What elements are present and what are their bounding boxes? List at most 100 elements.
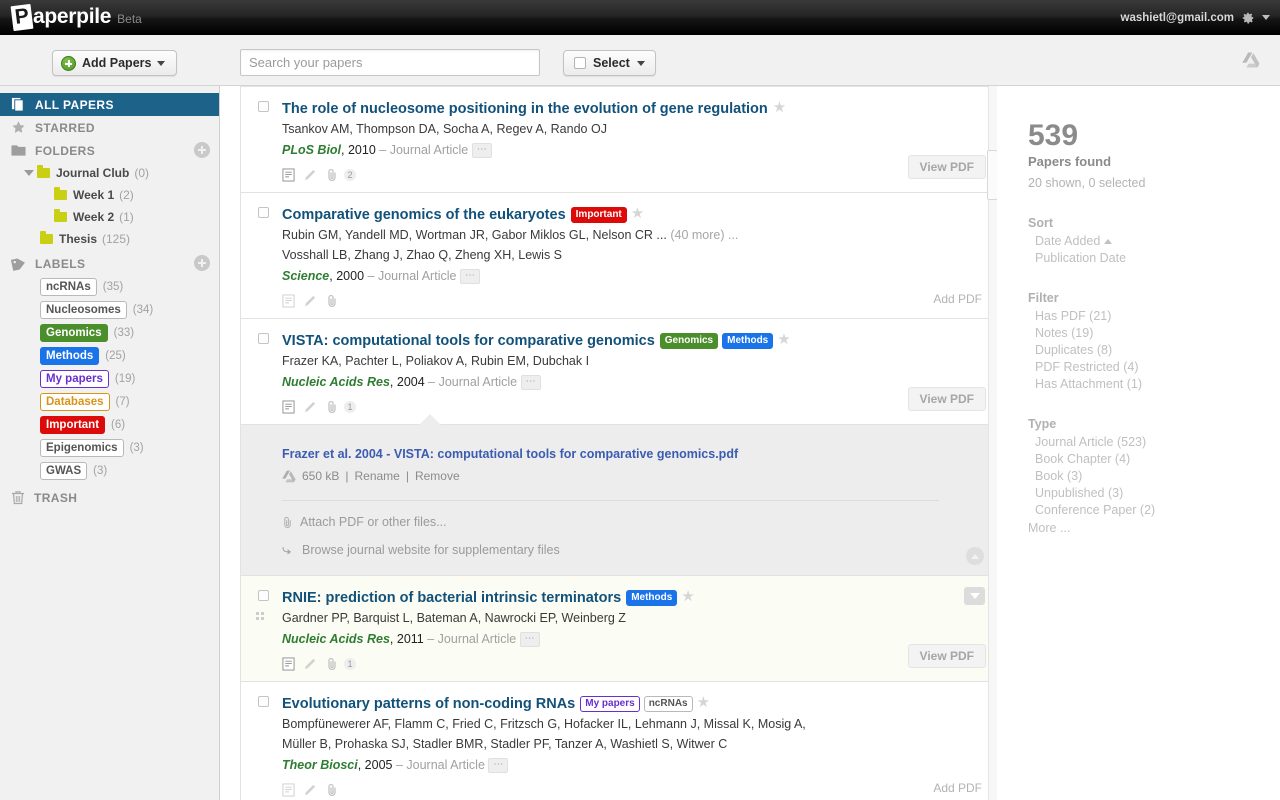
chevron-down-icon[interactable] (24, 170, 34, 176)
paper-title[interactable]: RNIE: prediction of bacterial intrinsic … (282, 590, 621, 606)
paper-title[interactable]: The role of nucleosome positioning in th… (282, 101, 768, 117)
paper-tag-methods[interactable]: Methods (626, 590, 677, 606)
sidebar-item-labels[interactable]: LABELS (0, 252, 219, 275)
paper-row[interactable]: RNIE: prediction of bacterial intrinsic … (240, 576, 995, 682)
paper-row[interactable]: Comparative genomics of the eukaryotes Im… (240, 193, 995, 319)
sidebar-label-nucleosomes[interactable]: Nucleosomes(34) (0, 298, 219, 321)
sidebar-label-ncrnas[interactable]: ncRNAs(35) (0, 275, 219, 298)
sidebar-folder-week-2[interactable]: Week 2(1) (0, 206, 219, 228)
browse-journal-link[interactable]: Browse journal website for supplementary… (282, 543, 994, 557)
rename-link[interactable]: Rename (354, 469, 399, 483)
notes-icon[interactable] (282, 168, 295, 182)
more-types-link[interactable]: More ... (1028, 521, 1280, 535)
view-pdf-button[interactable]: View PDF (908, 155, 986, 179)
more-options-button[interactable]: ⋯ (488, 758, 508, 773)
attached-pdf-name[interactable]: Frazer et al. 2004 - VISTA: computationa… (282, 447, 994, 461)
filter-option-2[interactable]: Duplicates (8) (1028, 343, 1280, 357)
attach-files-link[interactable]: Attach PDF or other files... (282, 515, 994, 529)
sort-option-0[interactable]: Date Added (1028, 234, 1280, 248)
add-papers-button[interactable]: Add Papers (52, 50, 177, 76)
sidebar-label-my-papers[interactable]: My papers(19) (0, 367, 219, 390)
sidebar-label-methods[interactable]: Methods(25) (0, 344, 219, 367)
pencil-icon[interactable] (304, 400, 317, 413)
collapse-detail-button[interactable] (966, 547, 984, 565)
more-authors-link[interactable]: (40 more) ... (670, 228, 738, 242)
filter-option-4[interactable]: Has Attachment (1) (1028, 377, 1280, 391)
star-icon[interactable]: ★ (697, 693, 710, 712)
pencil-icon[interactable] (304, 657, 317, 670)
paper-tag-important[interactable]: Important (571, 207, 627, 223)
sidebar-item-starred[interactable]: STARRED (0, 116, 219, 139)
sidebar-folder-journal-club[interactable]: Journal Club(0) (0, 162, 219, 184)
sidebar-label-gwas[interactable]: GWAS(3) (0, 459, 219, 482)
expand-toggle-button[interactable] (964, 587, 985, 605)
paper-title[interactable]: Comparative genomics of the eukaryotes (282, 207, 566, 223)
type-option-3[interactable]: Unpublished (3) (1028, 486, 1280, 500)
sidebar-item-all-papers[interactable]: ALL PAPERS (0, 93, 219, 116)
star-icon[interactable]: ★ (681, 587, 694, 606)
notes-icon[interactable] (282, 783, 295, 797)
sidebar-folder-week-1[interactable]: Week 1(2) (0, 184, 219, 206)
gear-icon[interactable] (1241, 11, 1255, 25)
paperclip-icon[interactable] (326, 294, 338, 308)
sidebar-item-trash[interactable]: TRASH (0, 486, 219, 509)
paper-row[interactable]: Evolutionary patterns of non-coding RNAs… (240, 682, 995, 800)
sidebar-label-important[interactable]: Important(6) (0, 413, 219, 436)
paper-checkbox[interactable] (258, 590, 269, 601)
star-icon[interactable]: ★ (777, 330, 790, 349)
filter-option-1[interactable]: Notes (19) (1028, 326, 1280, 340)
select-dropdown-button[interactable]: Select (563, 50, 656, 76)
notes-icon[interactable] (282, 400, 295, 414)
paper-checkbox[interactable] (258, 207, 269, 218)
paper-row[interactable]: VISTA: computational tools for comparati… (240, 319, 995, 425)
pencil-icon[interactable] (304, 294, 317, 307)
paper-title[interactable]: Evolutionary patterns of non-coding RNAs (282, 696, 575, 712)
paper-row[interactable]: The role of nucleosome positioning in th… (240, 86, 995, 193)
paper-tag-genomics[interactable]: Genomics (660, 333, 718, 349)
type-option-1[interactable]: Book Chapter (4) (1028, 452, 1280, 466)
add-label-button[interactable] (194, 255, 210, 271)
paperclip-icon[interactable] (326, 400, 338, 414)
add-folder-button[interactable] (194, 142, 210, 158)
notes-icon[interactable] (282, 657, 295, 671)
sidebar-label-genomics[interactable]: Genomics(33) (0, 321, 219, 344)
app-logo[interactable]: Paperpile Beta (0, 5, 142, 30)
more-options-button[interactable]: ⋯ (520, 632, 540, 647)
notes-icon[interactable] (282, 294, 295, 308)
search-input[interactable] (240, 49, 540, 76)
add-pdf-label[interactable]: Add PDF (933, 292, 982, 306)
google-drive-icon[interactable] (1242, 52, 1260, 73)
drag-handle[interactable] (256, 612, 267, 623)
select-checkbox[interactable] (574, 57, 586, 69)
more-options-button[interactable]: ⋯ (521, 375, 541, 390)
paper-title[interactable]: VISTA: computational tools for comparati… (282, 333, 655, 349)
paper-checkbox[interactable] (258, 696, 269, 707)
more-options-button[interactable]: ⋯ (460, 269, 480, 284)
view-pdf-button[interactable]: View PDF (908, 644, 986, 668)
pencil-icon[interactable] (304, 783, 317, 796)
type-option-0[interactable]: Journal Article (523) (1028, 435, 1280, 449)
star-icon[interactable]: ★ (773, 98, 786, 117)
paper-tag-my-papers[interactable]: My papers (580, 696, 639, 712)
paper-checkbox[interactable] (258, 101, 269, 112)
star-icon[interactable]: ★ (631, 204, 644, 223)
account-area[interactable]: washietl@gmail.com (1121, 11, 1280, 25)
paper-checkbox[interactable] (258, 333, 269, 344)
sidebar-item-folders[interactable]: FOLDERS (0, 139, 219, 162)
paper-tag-methods[interactable]: Methods (722, 333, 773, 349)
remove-link[interactable]: Remove (415, 469, 460, 483)
type-option-2[interactable]: Book (3) (1028, 469, 1280, 483)
add-pdf-label[interactable]: Add PDF (933, 781, 982, 795)
chevron-down-icon[interactable] (1262, 15, 1270, 20)
paperclip-icon[interactable] (326, 783, 338, 797)
view-pdf-button[interactable]: View PDF (908, 387, 986, 411)
sort-option-1[interactable]: Publication Date (1028, 251, 1280, 265)
sidebar-label-epigenomics[interactable]: Epigenomics(3) (0, 436, 219, 459)
filter-option-3[interactable]: PDF Restricted (4) (1028, 360, 1280, 374)
pencil-icon[interactable] (304, 168, 317, 181)
type-option-4[interactable]: Conference Paper (2) (1028, 503, 1280, 517)
sidebar-label-databases[interactable]: Databases(7) (0, 390, 219, 413)
filter-option-0[interactable]: Has PDF (21) (1028, 309, 1280, 323)
sidebar-folder-thesis[interactable]: Thesis(125) (0, 228, 219, 250)
more-options-button[interactable]: ⋯ (472, 143, 492, 158)
